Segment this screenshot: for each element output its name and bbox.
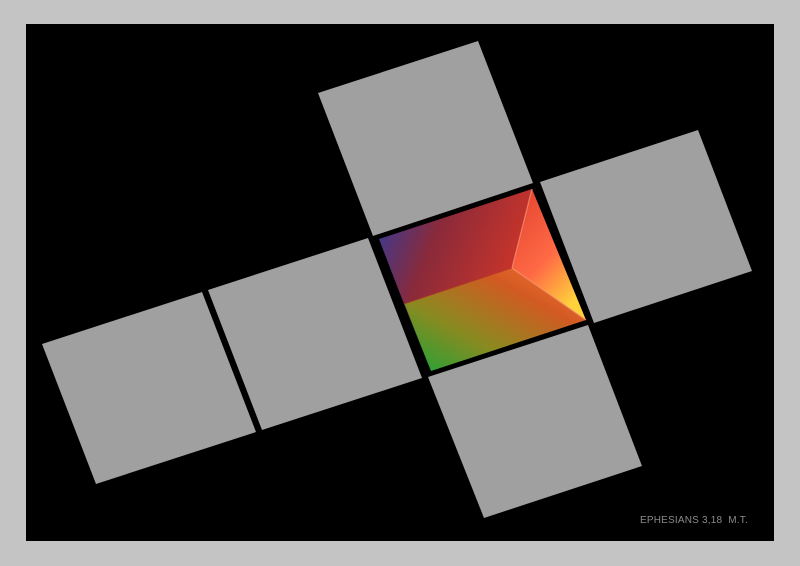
- cube-net-artwork: [42, 41, 752, 518]
- artwork-caption: EPHESIANS 3,18 M.T.: [640, 515, 748, 526]
